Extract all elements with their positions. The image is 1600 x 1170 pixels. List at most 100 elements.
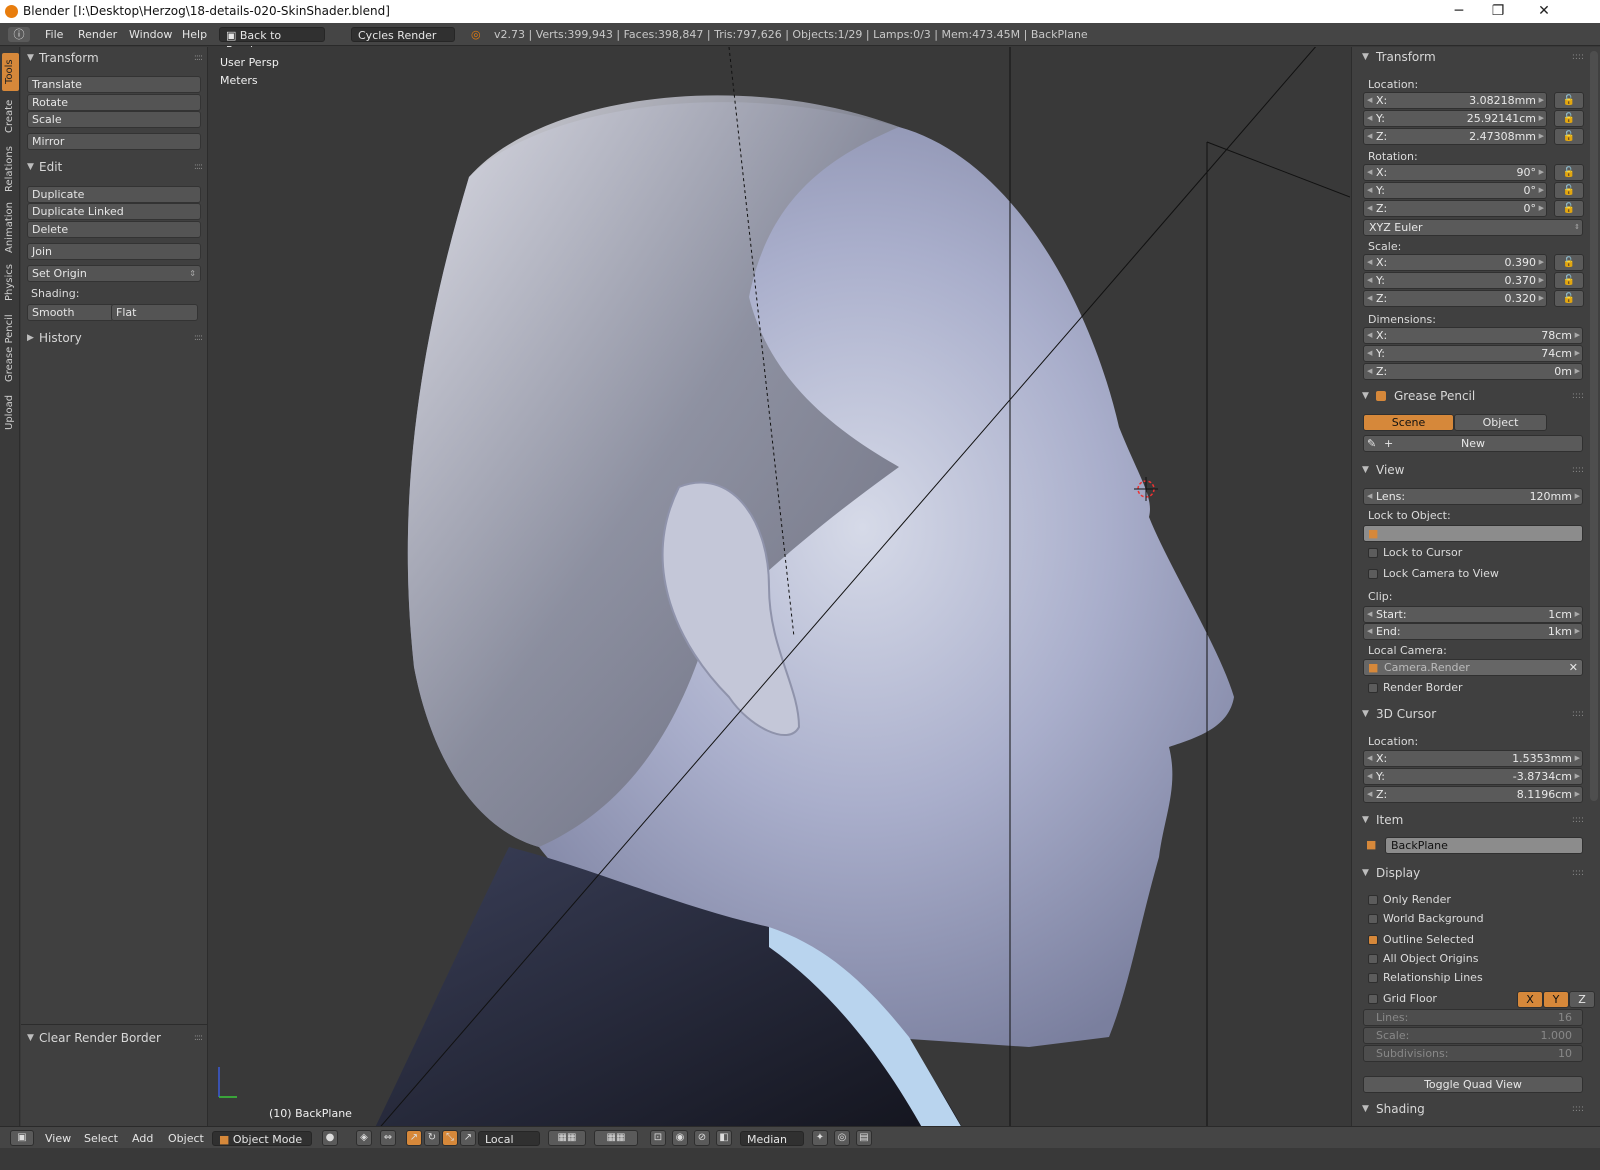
decrement-arrow-icon[interactable]: ◀ xyxy=(1367,183,1372,198)
object-name-field[interactable]: BackPlane xyxy=(1385,837,1583,854)
close-window-button[interactable]: ✕ xyxy=(1521,0,1567,23)
decrement-arrow-icon[interactable]: ◀ xyxy=(1367,201,1372,216)
lock-icon[interactable]: 🔓 xyxy=(1554,128,1584,145)
scale-z-field[interactable]: ◀ Z: 0.320 ▶ xyxy=(1363,290,1547,307)
decrement-arrow-icon[interactable]: ◀ xyxy=(1367,129,1372,144)
decrement-arrow-icon[interactable]: ◀ xyxy=(1367,93,1372,108)
snap-icon[interactable]: ◧ xyxy=(716,1130,732,1146)
maximize-button[interactable]: ❐ xyxy=(1475,0,1521,23)
lock-camera-checkbox[interactable] xyxy=(1368,569,1378,579)
scale-manipulator-icon[interactable]: ⤡ xyxy=(442,1130,458,1146)
increment-arrow-icon[interactable]: ▶ xyxy=(1575,769,1580,784)
scale-button[interactable]: Scale xyxy=(27,111,201,128)
menu-file[interactable]: File xyxy=(45,27,63,42)
menu-object[interactable]: Object xyxy=(168,1131,204,1146)
pivot-point-icon[interactable]: ◈ xyxy=(356,1130,372,1146)
cursor-x-field[interactable]: ◀ X: 1.5353mm ▶ xyxy=(1363,750,1583,767)
render-animation-icon[interactable]: ▤ xyxy=(856,1130,872,1146)
dimension-z-field[interactable]: ◀ Z: 0m ▶ xyxy=(1363,363,1583,380)
editor-type-info-icon[interactable]: ⓘ xyxy=(8,27,30,42)
properties-scrollbar[interactable] xyxy=(1590,51,1598,801)
drag-grip-icon[interactable]: :::: xyxy=(194,48,203,68)
increment-arrow-icon[interactable]: ▶ xyxy=(1575,624,1580,639)
decrement-arrow-icon[interactable]: ◀ xyxy=(1367,769,1372,784)
increment-arrow-icon[interactable]: ▶ xyxy=(1539,165,1544,180)
rotation-mode-dropdown[interactable]: XYZ Euler ⇕ xyxy=(1363,219,1583,236)
increment-arrow-icon[interactable]: ▶ xyxy=(1575,787,1580,802)
increment-arrow-icon[interactable]: ▶ xyxy=(1575,489,1580,504)
gp-new-button[interactable]: ✎ + New xyxy=(1363,435,1583,452)
pivot-median-dropdown[interactable]: Median xyxy=(740,1131,804,1146)
decrement-arrow-icon[interactable]: ◀ xyxy=(1367,273,1372,288)
location-x-field[interactable]: ◀ X: 3.08218mm ▶ xyxy=(1363,92,1547,109)
scale-y-field[interactable]: ◀ Y: 0.370 ▶ xyxy=(1363,272,1547,289)
tab-animation[interactable]: Animation xyxy=(2,199,19,257)
view-panel-header[interactable]: ▼ View:::: xyxy=(1352,461,1592,479)
menu-help[interactable]: Help xyxy=(182,27,207,42)
world-background-checkbox[interactable] xyxy=(1368,914,1378,924)
lock-icon[interactable]: 🔓 xyxy=(1554,200,1584,217)
tab-upload[interactable]: Upload xyxy=(2,389,19,435)
increment-arrow-icon[interactable]: ▶ xyxy=(1539,129,1544,144)
decrement-arrow-icon[interactable]: ◀ xyxy=(1367,291,1372,306)
tab-grease-pencil[interactable]: Grease Pencil xyxy=(2,309,19,387)
layer-buttons-left[interactable]: ▦▦ xyxy=(548,1130,586,1146)
transform-orientation-icon[interactable]: ↗ xyxy=(460,1130,476,1146)
location-z-field[interactable]: ◀ Z: 2.47308mm ▶ xyxy=(1363,128,1547,145)
drag-grip-icon[interactable]: :::: xyxy=(194,157,203,177)
all-origins-checkbox[interactable] xyxy=(1368,954,1378,964)
rotation-x-field[interactable]: ◀ X: 90° ▶ xyxy=(1363,164,1547,181)
decrement-arrow-icon[interactable]: ◀ xyxy=(1367,607,1372,622)
proportional-edit-icon[interactable]: ⊘ xyxy=(694,1130,710,1146)
grid-subdivisions-field[interactable]: Subdivisions: 10 xyxy=(1363,1045,1583,1062)
clear-icon[interactable]: ✕ xyxy=(1569,660,1578,675)
drag-grip-icon[interactable]: :::: xyxy=(194,328,203,348)
gp-object-toggle[interactable]: Object xyxy=(1454,414,1547,431)
lock-icon[interactable]: 🔓 xyxy=(1554,290,1584,307)
increment-arrow-icon[interactable]: ▶ xyxy=(1575,607,1580,622)
snap-target-icon[interactable]: ✦ xyxy=(812,1130,828,1146)
3d-viewport[interactable]: User Persp Meters (10) BackPlane xyxy=(209,47,1350,1140)
menu-select[interactable]: Select xyxy=(84,1131,118,1146)
only-render-checkbox[interactable] xyxy=(1368,895,1378,905)
increment-arrow-icon[interactable]: ▶ xyxy=(1575,364,1580,379)
lock-icon[interactable]: 🔓 xyxy=(1554,182,1584,199)
operator-panel-header[interactable]: ▼ Clear Render Border:::: xyxy=(21,1028,208,1048)
menu-window[interactable]: Window xyxy=(129,27,172,42)
grease-pencil-header[interactable]: ▼ Grease Pencil:::: xyxy=(1352,387,1592,405)
local-camera-field[interactable]: ■ Camera.Render ✕ xyxy=(1363,659,1583,676)
lens-field[interactable]: ◀ Lens: 120mm ▶ xyxy=(1363,488,1583,505)
axis-x-toggle[interactable]: X xyxy=(1517,991,1543,1008)
grid-lines-field[interactable]: Lines: 16 xyxy=(1363,1009,1583,1026)
drag-grip-icon[interactable]: :::: xyxy=(1572,387,1584,405)
lock-object-field[interactable]: ■ xyxy=(1363,525,1583,542)
rotation-z-field[interactable]: ◀ Z: 0° ▶ xyxy=(1363,200,1547,217)
increment-arrow-icon[interactable]: ▶ xyxy=(1539,201,1544,216)
opengl-render-icon[interactable]: ◎ xyxy=(834,1130,850,1146)
join-button[interactable]: Join xyxy=(27,243,201,260)
drag-grip-icon[interactable]: :::: xyxy=(1572,864,1584,882)
increment-arrow-icon[interactable]: ▶ xyxy=(1575,751,1580,766)
decrement-arrow-icon[interactable]: ◀ xyxy=(1367,364,1372,379)
decrement-arrow-icon[interactable]: ◀ xyxy=(1367,787,1372,802)
item-panel-header[interactable]: ▼ Item:::: xyxy=(1352,811,1592,829)
back-to-previous-button[interactable]: ▣ Back to Previous xyxy=(219,27,325,57)
render-preview-icon[interactable]: ◉ xyxy=(672,1130,688,1146)
duplicate-button[interactable]: Duplicate xyxy=(27,186,201,203)
increment-arrow-icon[interactable]: ▶ xyxy=(1539,111,1544,126)
decrement-arrow-icon[interactable]: ◀ xyxy=(1367,165,1372,180)
axis-y-toggle[interactable]: Y xyxy=(1543,991,1569,1008)
render-engine-dropdown[interactable]: Cycles Render xyxy=(351,27,455,42)
interaction-mode-dropdown[interactable]: ■ Object Mode xyxy=(212,1131,312,1146)
enable-checkbox[interactable] xyxy=(1376,391,1386,401)
cursor-z-field[interactable]: ◀ Z: 8.1196cm ▶ xyxy=(1363,786,1583,803)
decrement-arrow-icon[interactable]: ◀ xyxy=(1367,489,1372,504)
increment-arrow-icon[interactable]: ▶ xyxy=(1539,291,1544,306)
translate-button[interactable]: Translate xyxy=(27,76,201,93)
3d-cursor-panel-header[interactable]: ▼ 3D Cursor:::: xyxy=(1352,705,1592,723)
increment-arrow-icon[interactable]: ▶ xyxy=(1539,273,1544,288)
translate-manipulator-icon[interactable]: ↗ xyxy=(406,1130,422,1146)
tab-tools[interactable]: Tools xyxy=(2,53,19,91)
duplicate-linked-button[interactable]: Duplicate Linked xyxy=(27,203,201,220)
decrement-arrow-icon[interactable]: ◀ xyxy=(1367,328,1372,343)
